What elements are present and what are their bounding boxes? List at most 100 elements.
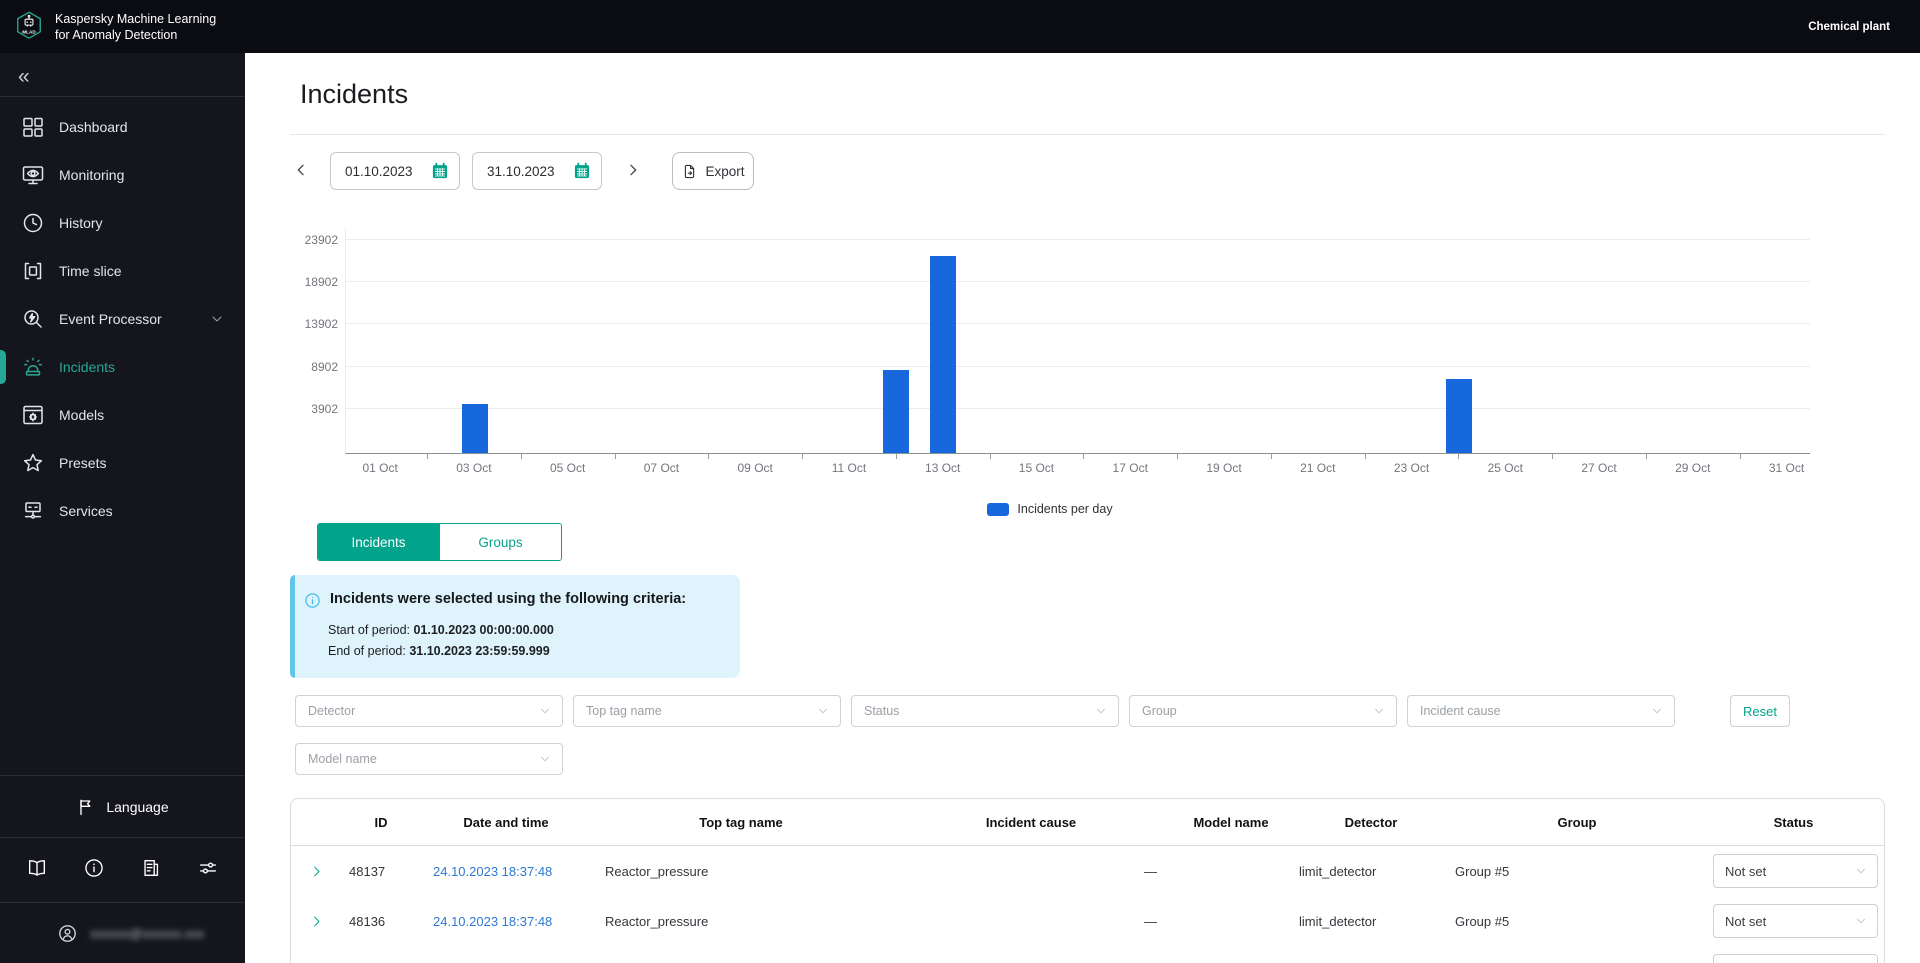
- chevron-down-icon: [541, 708, 549, 714]
- select-value: Not set: [1725, 863, 1767, 879]
- sidebar-footer-icons: [0, 838, 245, 902]
- expand-row-button[interactable]: [291, 914, 341, 929]
- table-body: 48137 24.10.2023 18:37:48 Reactor_pressure…: [291, 846, 1884, 963]
- sidebar-item-incidents[interactable]: Incidents: [0, 343, 245, 391]
- period-next-button[interactable]: [622, 156, 644, 186]
- sidebar-item-time-slice[interactable]: Time slice: [0, 247, 245, 295]
- chart-x-tick: [427, 454, 429, 459]
- not-set-select[interactable]: Not set: [1713, 954, 1878, 963]
- brand: MLAD Kaspersky Machine Learning for Anom…: [0, 0, 245, 53]
- chevron-down-icon: [212, 316, 222, 322]
- chart-x-tick-label: 05 Oct: [549, 461, 586, 475]
- chart-bar-03-oct[interactable]: [461, 404, 488, 453]
- chart-gridline: [346, 323, 1810, 325]
- chart-x-tick: [989, 454, 991, 459]
- sidebar-item-monitoring[interactable]: Monitoring: [0, 151, 245, 199]
- incidents-icon: [24, 357, 42, 376]
- chart-x-tick: [1458, 454, 1460, 459]
- cell-group: Group #5: [1455, 913, 1510, 929]
- select-value: Model name: [308, 752, 377, 766]
- cell-status: Not set: [1703, 954, 1884, 963]
- main-content: Incidents 01.10.2023 31.10.2023 Export 3…: [245, 53, 1920, 963]
- chart-y-tick-label: 23902: [304, 232, 338, 247]
- sliders-icon: [199, 861, 217, 874]
- chart-x-tick: [1645, 454, 1647, 459]
- criteria-info-box: Incidents were selected using the follow…: [290, 575, 740, 678]
- user-account[interactable]: xxxxxx@xxxxxx.xxx: [0, 903, 245, 963]
- date-to-input[interactable]: 31.10.2023: [472, 152, 602, 190]
- sidebar-nav: Dashboard Monitoring History Time slice Even…: [0, 103, 245, 535]
- sidebar-collapse-button[interactable]: «: [18, 66, 44, 87]
- sidebar-item-dashboard[interactable]: Dashboard: [0, 103, 245, 151]
- filters-row-1: Detector Top tag name Status Group Incident …: [295, 695, 1885, 727]
- mlad-logo-icon: MLAD: [17, 11, 41, 40]
- chart-x-tick-label: 15 Oct: [1018, 461, 1055, 475]
- chevron-down-icon: [1097, 708, 1105, 714]
- reset-filters-button[interactable]: Reset: [1730, 695, 1790, 727]
- detector-select[interactable]: Detector: [295, 695, 563, 727]
- incidents-table: ID Date and time Top tag name Incident caus…: [290, 798, 1885, 963]
- cell-detector: limit_detector: [1299, 863, 1377, 879]
- sidebar-item-models[interactable]: Models: [0, 391, 245, 439]
- chart-bar-24-oct[interactable]: [1445, 379, 1472, 453]
- sidebar-item-label: Incidents: [59, 359, 116, 375]
- incident-cause-select[interactable]: Incident cause: [1407, 695, 1675, 727]
- chart-gridline: [346, 408, 1810, 410]
- app-title-line1: Kaspersky Machine Learning: [55, 11, 217, 26]
- legend-label: Incidents per day: [1017, 502, 1113, 516]
- chart-bar-12-oct[interactable]: [883, 370, 910, 453]
- view-tabs: Incidents Groups: [317, 523, 562, 561]
- language-button[interactable]: Language: [0, 776, 245, 837]
- sidebar-item-label: History: [59, 215, 103, 231]
- expand-row-button[interactable]: [291, 864, 341, 879]
- top-tag-name-select[interactable]: Top tag name: [573, 695, 841, 727]
- table-header-row: ID Date and time Top tag name Incident caus…: [291, 799, 1884, 846]
- chart-x-tick-label: 07 Oct: [643, 461, 680, 475]
- chart-x-tick-label: 31 Oct: [1768, 461, 1805, 475]
- legend-swatch: [987, 502, 1010, 516]
- status-select[interactable]: Status: [851, 695, 1119, 727]
- model-name-select[interactable]: Model name: [295, 743, 563, 775]
- chart-x-tick-label: 11 Oct: [831, 461, 867, 475]
- documentation-button[interactable]: [26, 857, 48, 884]
- group-select[interactable]: Group: [1129, 695, 1397, 727]
- incident-datetime-link[interactable]: 24.10.2023 18:37:48: [421, 864, 591, 879]
- period-prev-button[interactable]: [290, 156, 312, 186]
- sidebar-item-label: Services: [59, 503, 113, 519]
- chart-x-tick: [520, 454, 522, 459]
- tab-incidents[interactable]: Incidents: [318, 524, 439, 560]
- sidebar-divider: [0, 96, 245, 97]
- chart-bar-13-oct[interactable]: [930, 255, 957, 453]
- table-row: 48137 24.10.2023 18:37:48 Reactor_pressure…: [291, 846, 1884, 896]
- not-set-select[interactable]: Not set: [1713, 854, 1878, 888]
- chart-x-tick-label: 23 Oct: [1393, 461, 1430, 475]
- sidebar-item-event-processor[interactable]: Event Processor: [0, 295, 245, 343]
- user-email-redacted: xxxxxx@xxxxxx.xxx: [90, 925, 205, 941]
- language-label: Language: [106, 798, 169, 815]
- sidebar-item-history[interactable]: History: [0, 199, 245, 247]
- criteria-label: Start of period:: [328, 623, 414, 637]
- incident-datetime-link[interactable]: 24.10.2023 18:37:48: [421, 914, 591, 929]
- sidebar-item-services[interactable]: Services: [0, 487, 245, 535]
- sidebar-item-presets[interactable]: Presets: [0, 439, 245, 487]
- info-box-title-row: Incidents were selected using the follow…: [304, 591, 720, 609]
- chevron-left-icon: [297, 164, 304, 175]
- notes-icon: [144, 859, 159, 876]
- chart-x-tick-label: 13 Oct: [925, 461, 961, 475]
- tab-groups[interactable]: Groups: [439, 524, 561, 560]
- release-notes-button[interactable]: [140, 857, 162, 884]
- chart-x-tick-label: 09 Oct: [737, 461, 773, 475]
- date-from-input[interactable]: 01.10.2023: [330, 152, 460, 190]
- calendar-icon: [432, 162, 448, 179]
- about-button[interactable]: [83, 857, 105, 884]
- export-button[interactable]: Export: [672, 152, 754, 190]
- topbar: Chemical plant: [245, 0, 1920, 53]
- not-set-select[interactable]: Not set: [1713, 904, 1878, 938]
- chart-x-tick-label: 27 Oct: [1581, 461, 1617, 475]
- settings-button[interactable]: [197, 857, 219, 884]
- chart-x-tick-label: 29 Oct: [1675, 461, 1711, 475]
- incidents-chart: 3902 8902 13902 18902 23902 01 Oct 03 Oct 05 O…: [290, 228, 1810, 516]
- time-slice-icon: [24, 262, 42, 280]
- column-header-model-name: Model name: [1193, 814, 1269, 830]
- column-header-id: ID: [374, 814, 388, 830]
